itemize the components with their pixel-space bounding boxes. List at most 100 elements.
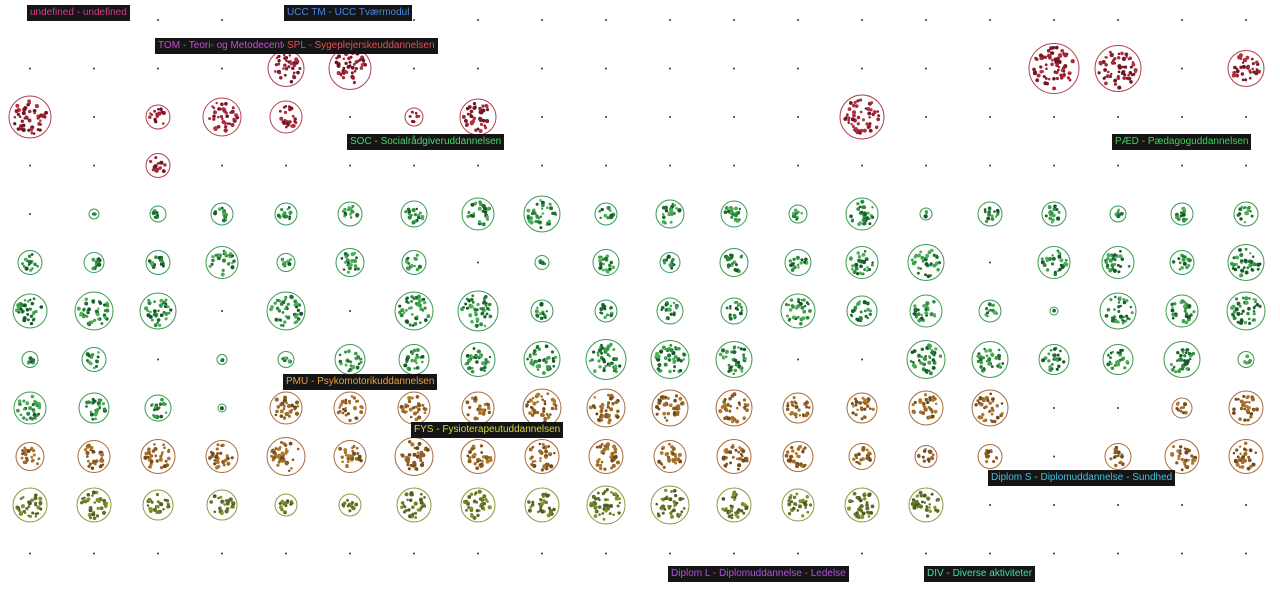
cluster-node[interactable] xyxy=(333,391,367,425)
label-pmu[interactable]: PMU - Psykomotorikuddannelsen xyxy=(283,374,438,390)
cluster-node[interactable] xyxy=(1102,344,1134,375)
cluster-node[interactable] xyxy=(919,207,933,221)
cluster-node[interactable] xyxy=(77,440,111,473)
cluster-node[interactable] xyxy=(907,244,945,281)
cluster-node[interactable] xyxy=(1170,202,1194,226)
cluster-node[interactable] xyxy=(1228,439,1264,474)
cluster-node[interactable] xyxy=(1094,45,1142,92)
cluster-node[interactable] xyxy=(139,292,177,330)
cluster-node[interactable] xyxy=(76,487,112,523)
label-spl[interactable]: SPL - Sygeplejerskeuddannelsen xyxy=(284,38,438,54)
cluster-node[interactable] xyxy=(338,493,362,517)
cluster-node[interactable] xyxy=(1028,43,1080,94)
cluster-node[interactable] xyxy=(397,391,431,425)
cluster-node[interactable] xyxy=(205,246,239,279)
cluster-node[interactable] xyxy=(400,200,428,228)
cluster-node[interactable] xyxy=(266,437,306,476)
label-div[interactable]: DIV - Diverse aktiviteter xyxy=(924,566,1036,582)
cluster-node[interactable] xyxy=(524,439,560,474)
cluster-node[interactable] xyxy=(210,202,234,226)
cluster-node[interactable] xyxy=(459,98,497,136)
cluster-node[interactable] xyxy=(81,347,107,372)
cluster-node[interactable] xyxy=(781,488,815,522)
cluster-node[interactable] xyxy=(21,351,39,368)
cluster-node[interactable] xyxy=(205,440,239,473)
cluster-node[interactable] xyxy=(404,107,424,127)
cluster-node[interactable] xyxy=(592,249,620,276)
cluster-node[interactable] xyxy=(1163,341,1201,378)
cluster-node[interactable] xyxy=(216,354,228,365)
cluster-node[interactable] xyxy=(334,344,366,375)
cluster-node[interactable] xyxy=(594,299,618,323)
cluster-node[interactable] xyxy=(217,403,227,413)
cluster-node[interactable] xyxy=(720,200,748,228)
cluster-node[interactable] xyxy=(1037,246,1071,279)
cluster-node[interactable] xyxy=(978,299,1002,323)
cluster-node[interactable] xyxy=(846,295,878,327)
cluster-node[interactable] xyxy=(716,487,752,523)
cluster-node[interactable] xyxy=(142,489,174,521)
cluster-node[interactable] xyxy=(1165,294,1199,328)
cluster-node[interactable] xyxy=(333,440,367,473)
cluster-node[interactable] xyxy=(1228,390,1264,426)
cluster-node[interactable] xyxy=(1041,201,1067,227)
cluster-node[interactable] xyxy=(1101,246,1135,279)
cluster-node[interactable] xyxy=(145,104,171,130)
cluster-node[interactable] xyxy=(848,443,876,470)
label-ucc-tm[interactable]: UCC TM - UCC Tværmodul xyxy=(284,5,413,21)
cluster-node[interactable] xyxy=(716,439,752,474)
cluster-node[interactable] xyxy=(394,437,434,476)
cluster-node[interactable] xyxy=(335,248,365,277)
cluster-node[interactable] xyxy=(394,291,434,331)
cluster-node[interactable] xyxy=(585,339,627,380)
cluster-node[interactable] xyxy=(13,391,47,425)
cluster-node[interactable] xyxy=(401,250,427,275)
cluster-node[interactable] xyxy=(140,439,176,474)
cluster-node[interactable] xyxy=(74,291,114,331)
cluster-node[interactable] xyxy=(457,290,499,332)
cluster-node[interactable] xyxy=(656,297,684,325)
cluster-node[interactable] xyxy=(88,208,100,220)
label-fys[interactable]: FYS - Fysioterapeutuddannelsen xyxy=(411,422,564,438)
cluster-node[interactable] xyxy=(715,341,753,378)
cluster-node[interactable] xyxy=(269,100,303,134)
cluster-node[interactable] xyxy=(653,440,687,473)
label-undefined[interactable]: undefined - undefined xyxy=(27,5,130,21)
cluster-node[interactable] xyxy=(655,199,685,229)
cluster-node[interactable] xyxy=(144,394,172,422)
cluster-node[interactable] xyxy=(267,50,305,87)
cluster-node[interactable] xyxy=(398,344,430,375)
cluster-node[interactable] xyxy=(659,252,681,273)
cluster-node[interactable] xyxy=(78,392,110,424)
cluster-node[interactable] xyxy=(1233,201,1259,227)
cluster-node[interactable] xyxy=(908,487,944,523)
cluster-node[interactable] xyxy=(17,250,43,275)
cluster-node[interactable] xyxy=(844,487,880,523)
cluster-node[interactable] xyxy=(274,202,298,226)
cluster-node[interactable] xyxy=(588,439,624,474)
cluster-node[interactable] xyxy=(909,294,943,328)
cluster-node[interactable] xyxy=(274,493,298,517)
cluster-node[interactable] xyxy=(461,391,495,425)
cluster-node[interactable] xyxy=(782,441,814,472)
cluster-node[interactable] xyxy=(651,389,689,427)
cluster-node[interactable] xyxy=(788,204,808,224)
label-diplom-l[interactable]: Diplom L - Diplomuddannelse - Ledelse xyxy=(668,566,849,582)
cluster-node[interactable] xyxy=(1099,292,1137,330)
label-diplom-s[interactable]: Diplom S - Diplomuddannelse - Sundhed xyxy=(988,470,1176,486)
cluster-node[interactable] xyxy=(846,392,878,424)
cluster-node[interactable] xyxy=(586,388,626,428)
cluster-node[interactable] xyxy=(1171,397,1193,419)
cluster-node[interactable] xyxy=(1226,291,1266,331)
cluster-node[interactable] xyxy=(12,293,48,329)
cluster-node[interactable] xyxy=(460,342,496,377)
cluster-node[interactable] xyxy=(906,340,946,379)
cluster-node[interactable] xyxy=(145,250,171,275)
cluster-node[interactable] xyxy=(530,299,554,323)
cluster-node[interactable] xyxy=(1109,205,1127,223)
cluster-node[interactable] xyxy=(276,253,296,272)
cluster-node[interactable] xyxy=(1104,443,1132,470)
cluster-node[interactable] xyxy=(1237,351,1255,368)
cluster-node[interactable] xyxy=(8,95,52,139)
cluster-node[interactable] xyxy=(460,487,496,523)
